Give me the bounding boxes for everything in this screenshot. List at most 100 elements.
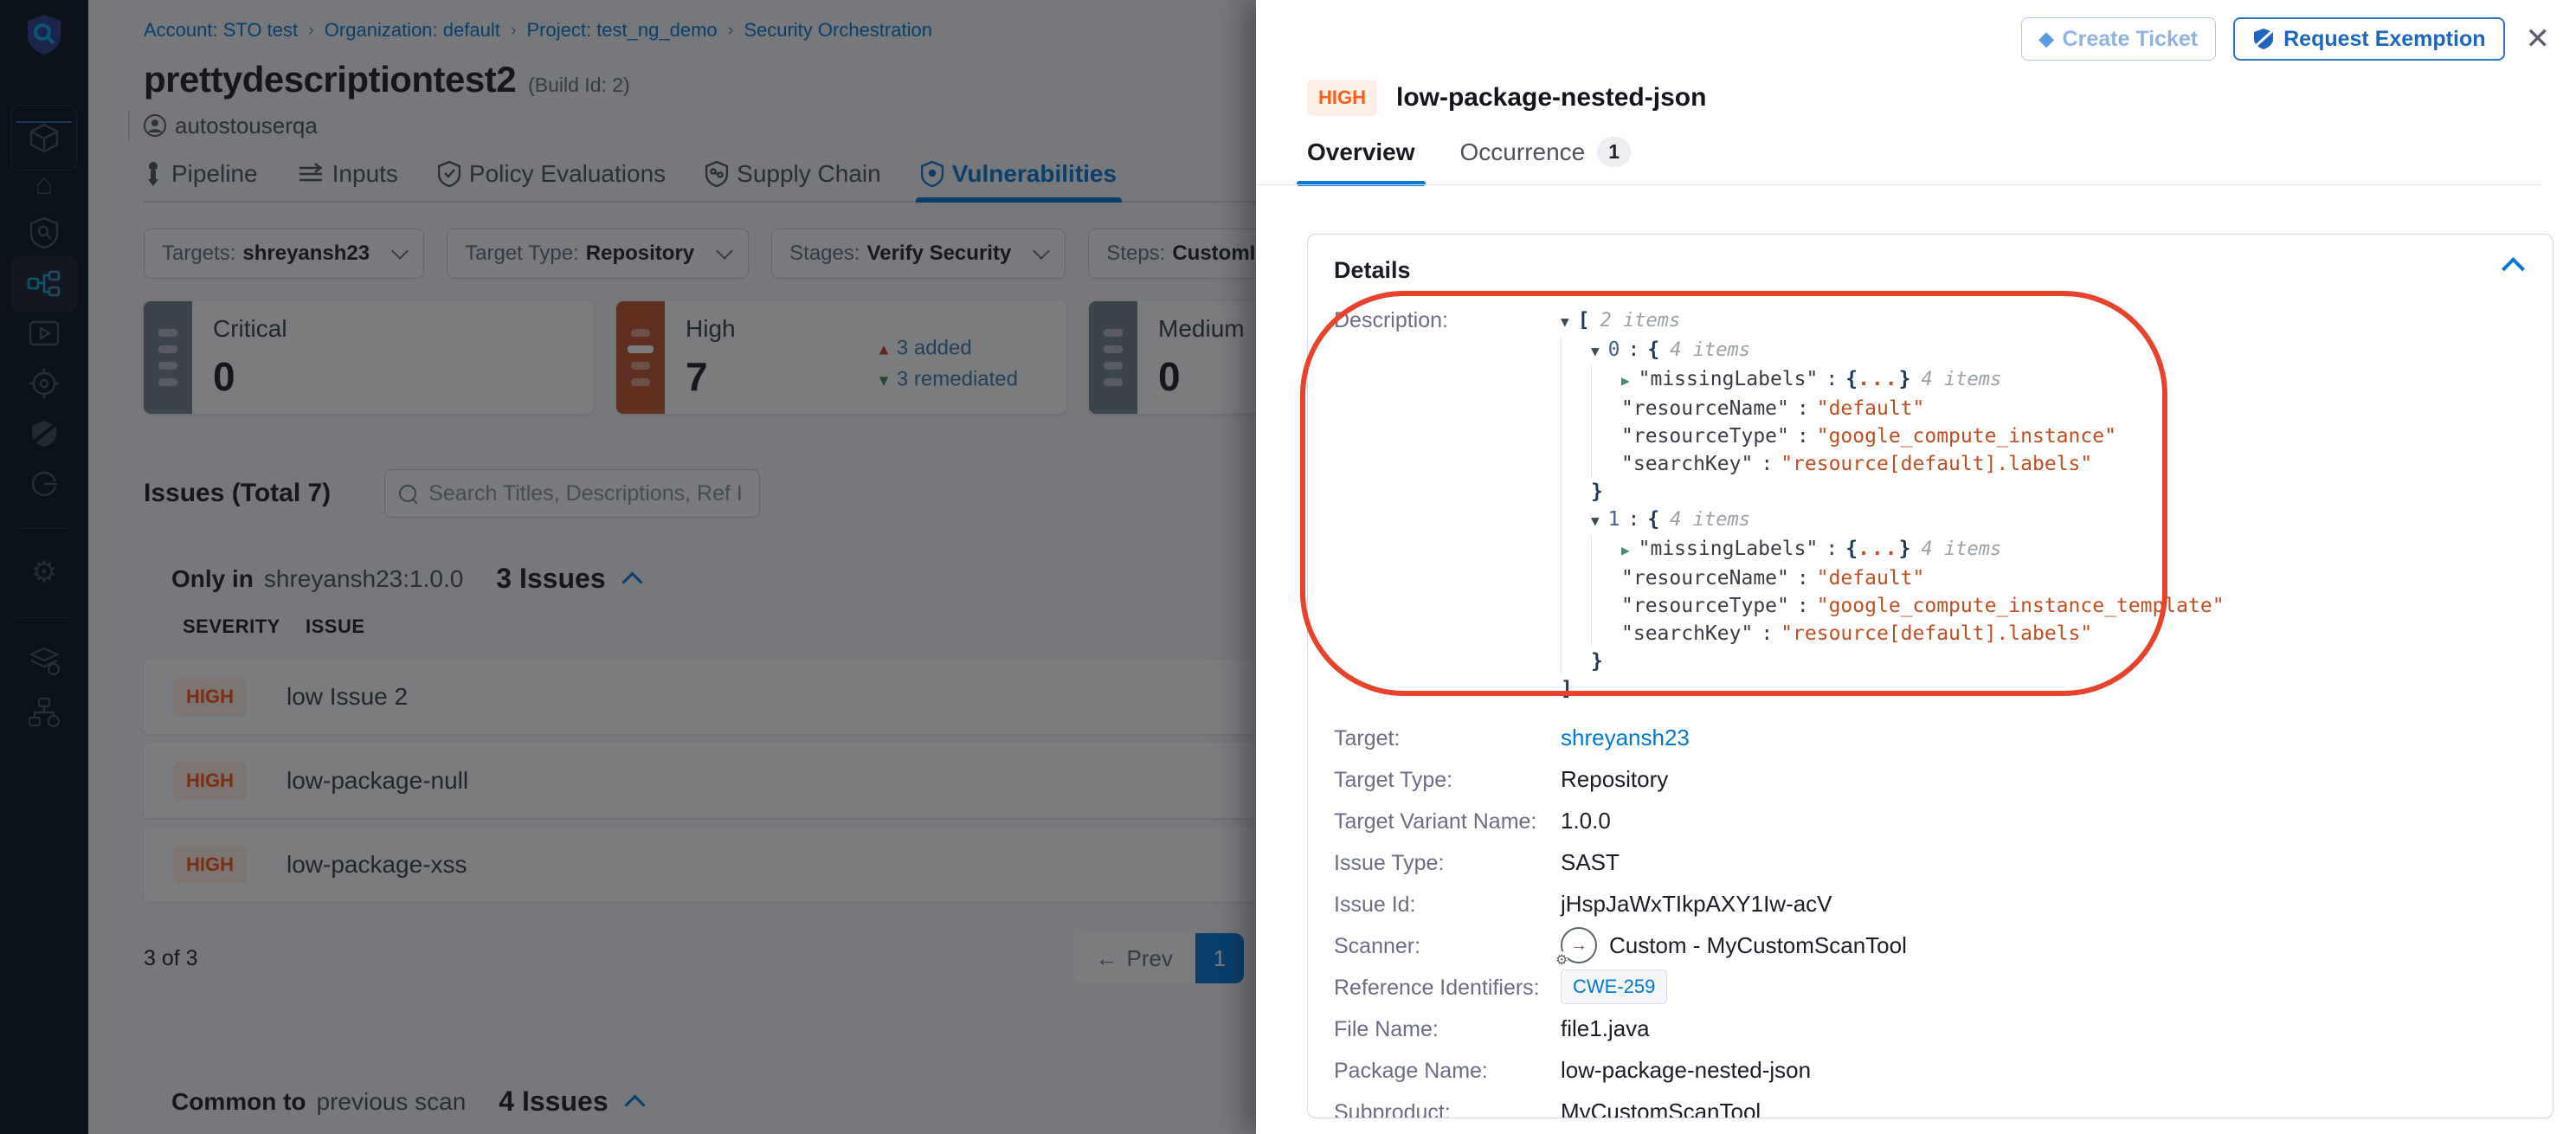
field-label: Subproduct: xyxy=(1334,1099,1561,1119)
json-dots: ... xyxy=(1858,365,1899,393)
json-colon: : xyxy=(1797,422,1809,450)
drawer-tabs: Overview Occurrence1 xyxy=(1307,137,1631,186)
json-meta: 2 items xyxy=(1600,307,1681,335)
expand-toggle-icon[interactable]: ▶ xyxy=(1621,537,1630,564)
json-colon: : xyxy=(1797,592,1809,620)
indent-guide xyxy=(1561,422,1591,450)
indent-guide xyxy=(1561,336,1591,365)
json-str: "default" xyxy=(1817,564,1925,592)
json-line: "searchKey":"resource[default].labels" xyxy=(1561,620,2225,648)
expand-toggle-icon[interactable]: ▼ xyxy=(1591,507,1600,535)
json-key: "resourceType" xyxy=(1621,422,1789,450)
json-colon: : xyxy=(1761,450,1773,478)
json-key: "searchKey" xyxy=(1621,620,1753,648)
json-line: "resourceName":"default" xyxy=(1561,564,2225,592)
create-ticket-button[interactable]: ◆Create Ticket xyxy=(2021,17,2217,61)
json-key: "missingLabels" xyxy=(1639,535,1819,563)
field-label: Description: xyxy=(1334,306,1561,703)
expand-toggle-icon[interactable]: ▼ xyxy=(1591,338,1600,365)
exemption-shield-icon xyxy=(2252,28,2275,50)
json-key: "resourceName" xyxy=(1621,564,1789,592)
detail-field-row: Target: shreyansh23 xyxy=(1334,717,2527,758)
detail-field-row: Target Type: Repository xyxy=(1334,758,2527,800)
ticket-icon: ◆ xyxy=(2039,28,2054,50)
field-value: Repository xyxy=(1561,766,1668,793)
detail-field-row: File Name: file1.java xyxy=(1334,1008,2527,1049)
json-str: "resource[default].labels" xyxy=(1781,450,2092,478)
json-line: ▼1:{4 items xyxy=(1561,506,2225,535)
json-line: } xyxy=(1561,478,2225,506)
field-value: SAST xyxy=(1561,849,1620,876)
detail-field-row: Package Name: low-package-nested-json xyxy=(1334,1049,2527,1091)
json-punct: ] xyxy=(1561,675,1573,703)
json-meta: 4 items xyxy=(1921,536,2001,564)
detail-field-row: Scanner: →Custom - MyCustomScanTool xyxy=(1334,925,2527,966)
field-value: 1.0.0 xyxy=(1561,808,1611,834)
details-card: Details Description: ▼[2 items▼0:{4 item… xyxy=(1307,234,2553,1118)
expand-toggle-icon[interactable]: ▶ xyxy=(1621,367,1630,395)
field-value: →Custom - MyCustomScanTool xyxy=(1561,927,1907,963)
details-heading: Details xyxy=(1334,257,2527,284)
field-value: CWE-259 xyxy=(1561,970,1667,1004)
json-colon: : xyxy=(1826,535,1838,563)
field-label: Issue Id: xyxy=(1334,891,1561,918)
severity-badge: HIGH xyxy=(1307,80,1377,116)
json-line: ] xyxy=(1561,675,2225,703)
json-key: "missingLabels" xyxy=(1639,365,1819,393)
json-line: "resourceName":"default" xyxy=(1561,395,2225,422)
detail-field-row: Reference Identifiers: CWE-259 xyxy=(1334,966,2527,1008)
field-value: file1.java xyxy=(1561,1015,1650,1042)
indent-guide xyxy=(1591,450,1621,478)
json-punct: [ xyxy=(1578,306,1590,334)
tabs-divider xyxy=(1256,184,2541,185)
json-meta: 4 items xyxy=(1921,366,2001,394)
field-value: low-package-nested-json xyxy=(1561,1057,1811,1084)
tab-occurrence[interactable]: Occurrence1 xyxy=(1460,137,1632,186)
json-colon: : xyxy=(1628,336,1640,364)
json-colon: : xyxy=(1628,506,1640,533)
indent-guide xyxy=(1591,592,1621,620)
json-str: "resource[default].labels" xyxy=(1781,620,2092,648)
detail-fields: Target: shreyansh23 Target Type: Reposit… xyxy=(1334,717,2527,1118)
json-str: "google_compute_instance_template" xyxy=(1817,592,2225,620)
json-punct: } xyxy=(1591,478,1603,506)
page: ⌂ ⚙ Account: xyxy=(0,0,2576,1134)
json-line: "searchKey": "resource[default].labels" xyxy=(1561,450,2225,478)
target-link[interactable]: shreyansh23 xyxy=(1561,725,1690,751)
cwe-chip[interactable]: CWE-259 xyxy=(1561,970,1667,1004)
tab-overview[interactable]: Overview xyxy=(1307,137,1415,186)
indent-guide xyxy=(1561,395,1591,422)
json-key: "searchKey" xyxy=(1621,450,1753,478)
field-label: Issue Type: xyxy=(1334,849,1561,876)
json-dots: ... xyxy=(1858,535,1899,563)
indent-guide xyxy=(1561,365,1591,395)
json-punct: { xyxy=(1647,336,1659,364)
field-value: jHspJaWxTIkpAXY1Iw-acV xyxy=(1561,891,1832,918)
modal-dim-overlay xyxy=(0,0,1256,1134)
json-str: "default" xyxy=(1817,395,1925,422)
json-key: "resourceName" xyxy=(1621,395,1789,422)
json-line: ▼0:{4 items xyxy=(1561,336,2225,365)
close-icon[interactable]: ✕ xyxy=(2526,22,2551,56)
json-punct: { xyxy=(1845,535,1858,563)
detail-field-row: Issue Type: SAST xyxy=(1334,841,2527,883)
detail-field-row: Subproduct: MyCustomScanTool xyxy=(1334,1091,2527,1118)
json-line: ▶"missingLabels":{...}4 items xyxy=(1561,365,2225,395)
issue-detail-drawer: ◆Create Ticket Request Exemption ✕ HIGH … xyxy=(1256,0,2576,1134)
field-value: MyCustomScanTool xyxy=(1561,1099,1761,1119)
indent-guide xyxy=(1591,422,1621,450)
indent-guide xyxy=(1561,592,1591,620)
json-line: ▶"missingLabels":{...}4 items xyxy=(1561,535,2225,564)
json-meta: 4 items xyxy=(1670,506,1750,534)
detail-field-row: Issue Id: jHspJaWxTIkpAXY1Iw-acV xyxy=(1334,883,2527,925)
expand-toggle-icon[interactable]: ▼ xyxy=(1561,308,1569,336)
json-str: "google_compute_instance" xyxy=(1817,422,2116,450)
json-line: } xyxy=(1561,648,2225,675)
request-exemption-button[interactable]: Request Exemption xyxy=(2233,17,2504,61)
indent-guide xyxy=(1561,478,1591,506)
issue-title: low-package-nested-json xyxy=(1396,83,1706,113)
indent-guide xyxy=(1591,395,1621,422)
description-row: Description: ▼[2 items▼0:{4 items▶"missi… xyxy=(1334,306,2527,703)
indent-guide xyxy=(1591,535,1621,564)
description-json-viewer[interactable]: ▼[2 items▼0:{4 items▶"missingLabels":{..… xyxy=(1561,306,2225,703)
